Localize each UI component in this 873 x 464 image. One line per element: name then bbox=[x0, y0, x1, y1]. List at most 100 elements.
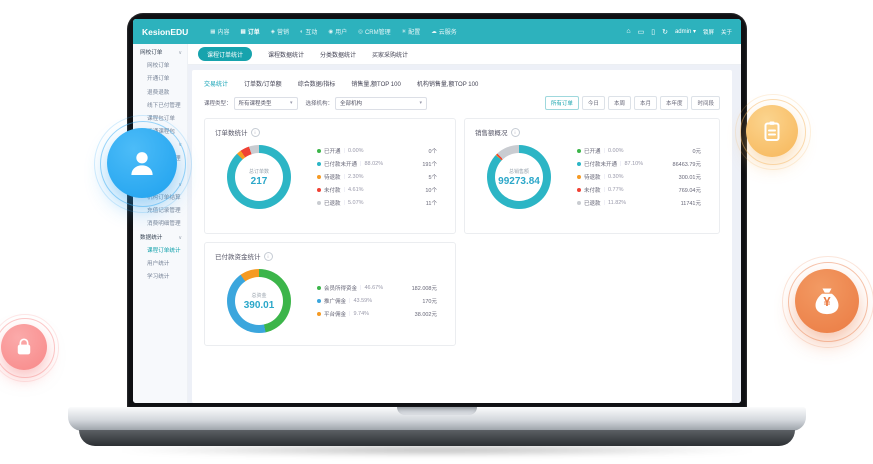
sub-tab[interactable]: 订单数/订单额 bbox=[244, 79, 282, 88]
username: admin bbox=[674, 29, 692, 35]
range-button[interactable]: 时间段 bbox=[691, 96, 720, 110]
donut-center-label: 总资金 bbox=[251, 292, 267, 299]
sub-tab[interactable]: 交易统计 bbox=[204, 79, 228, 88]
refresh-icon[interactable]: ↻ bbox=[662, 28, 668, 36]
card-title: 订单数统计 i bbox=[215, 127, 445, 137]
donut-center-value: 390.01 bbox=[243, 299, 275, 311]
nav-item[interactable]: ✳ 配置 bbox=[402, 27, 421, 37]
sales-amount-card: 销售额概况 i 总销售额 99273.84 已开通 | 0.00% 0元 已付款… bbox=[464, 118, 720, 234]
sidebar-item[interactable]: ∨ 用户统计 bbox=[133, 258, 187, 271]
caret-down-icon: ▾ bbox=[290, 100, 293, 106]
brand-logo[interactable]: KesionEDU bbox=[142, 27, 188, 37]
donut-center-label: 总订单数 bbox=[248, 168, 269, 175]
user-icon: ◉ bbox=[328, 28, 334, 35]
app-body: ∨ 网校订单 ∨ 网校订单 ∨ 开通订单 bbox=[133, 44, 741, 403]
legend-dot bbox=[317, 162, 321, 166]
nav-item-label: 云服务 bbox=[438, 30, 457, 36]
tab[interactable]: 买家采购统计 bbox=[372, 50, 408, 59]
sidebar-item-label: 课程订单统计 bbox=[147, 247, 181, 254]
page: KesionEDU ▦ 内容 ▤ 订单 ◈ 营销 ◐ 互动 ◉ 用户 ◎ CRM… bbox=[0, 0, 873, 464]
sidebar-item[interactable]: ∨ 网校订单 bbox=[133, 60, 187, 73]
nav-item-label: CRM管理 bbox=[364, 30, 391, 36]
laptop-front-edge bbox=[79, 430, 795, 446]
nav-item-label: 订单 bbox=[247, 30, 260, 36]
filter-select[interactable]: 所有课程类型 ▾ bbox=[233, 96, 298, 110]
filter-select[interactable]: 全部机构 ▾ bbox=[335, 96, 428, 110]
sidebar-item-label: 消费明细管理 bbox=[147, 221, 181, 228]
info-icon[interactable]: i bbox=[250, 127, 260, 137]
donut-center-label: 总销售额 bbox=[508, 168, 529, 175]
legend-row: 已付款未开通 | 87.10% 86463.79元 bbox=[577, 160, 701, 168]
sidebar-item[interactable]: ∨ 网校订单 bbox=[133, 47, 187, 60]
range-button[interactable]: 本年度 bbox=[659, 96, 689, 110]
range-button[interactable]: 本月 bbox=[633, 96, 657, 110]
nav-item[interactable]: ▦ 内容 bbox=[210, 27, 229, 37]
tab[interactable]: 课程数据统计 bbox=[268, 50, 304, 59]
donut-center-value: 99273.84 bbox=[498, 175, 540, 187]
cards-row-1: 订单数统计 i 总订单数 217 已开通 | 0.00% 0个 已付款未开通 |… bbox=[204, 118, 720, 234]
navbar-link[interactable]: 关于 bbox=[721, 28, 732, 36]
caret-down-icon: ▾ bbox=[692, 29, 696, 35]
laptop-screen: KesionEDU ▦ 内容 ▤ 订单 ◈ 营销 ◐ 互动 ◉ 用户 ◎ CRM… bbox=[133, 19, 741, 403]
user-icon bbox=[107, 128, 177, 198]
sidebar-item[interactable]: ∨ 退费退款 bbox=[133, 87, 187, 100]
sub-tab[interactable]: 综合数据/指标 bbox=[298, 79, 336, 88]
legend-dot bbox=[577, 162, 581, 166]
caret-down-icon: ▾ bbox=[419, 100, 423, 106]
chart-legend: 已开通 | 0.00% 0元 已付款未开通 | 87.10% 86463.79元… bbox=[577, 147, 701, 207]
range-button[interactable]: 本周 bbox=[607, 96, 631, 110]
nav-item[interactable]: ◈ 营销 bbox=[270, 27, 289, 37]
sidebar-item[interactable]: ∨ 课程订单统计 bbox=[133, 245, 187, 258]
funds-donut-chart: 总资金 390.01 bbox=[227, 269, 291, 333]
nav-item[interactable]: ▤ 订单 bbox=[241, 27, 260, 37]
user-menu[interactable]: admin ▾ bbox=[675, 28, 696, 35]
sidebar-item-label: 网校订单 bbox=[147, 63, 170, 70]
tab[interactable]: 分类数据统计 bbox=[320, 50, 356, 59]
sidebar-item[interactable]: ∨ 开通订单 bbox=[133, 73, 187, 86]
home-icon[interactable]: ⌂ bbox=[626, 28, 630, 35]
nav-item[interactable]: ◎ CRM管理 bbox=[358, 27, 391, 37]
legend-row: 已退款 | 11.82% 11741元 bbox=[577, 199, 701, 207]
sidebar-item[interactable]: ∨ 数据统计 bbox=[133, 232, 187, 245]
tag-icon: ◈ bbox=[270, 28, 275, 35]
range-button[interactable]: 所有订单 bbox=[544, 96, 579, 110]
navbar-link[interactable]: 锁屏 bbox=[703, 28, 714, 36]
legend-row: 推广佣金 | 43.59% 170元 bbox=[317, 297, 437, 305]
monitor-icon[interactable]: ▭ bbox=[638, 28, 645, 36]
chart-legend: 已开通 | 0.00% 0个 已付款未开通 | 88.02% 191个 待退款 … bbox=[317, 147, 437, 207]
sidebar: ∨ 网校订单 ∨ 网校订单 ∨ 开通订单 bbox=[133, 44, 188, 403]
mobile-icon[interactable]: ▯ bbox=[651, 28, 655, 36]
sidebar-item-label: 数据统计 bbox=[140, 234, 163, 241]
sub-tabs: 交易统计 订单数/订单额 综合数据/指标 销售量,额TOP 100 机构销售量,… bbox=[204, 77, 720, 88]
sidebar-item[interactable]: ∨ 线下已付管理 bbox=[133, 100, 187, 113]
sidebar-item-label: 学习统计 bbox=[147, 274, 170, 281]
sidebar-item-label: 开通订单 bbox=[147, 76, 170, 83]
legend-dot bbox=[577, 201, 581, 205]
sidebar-item-label: 用户统计 bbox=[147, 261, 170, 267]
legend-row: 已付款未开通 | 88.02% 191个 bbox=[317, 160, 437, 168]
sub-tab[interactable]: 销售量,额TOP 100 bbox=[351, 79, 400, 88]
cards-row-2: 已付款资金统计 i 总资金 390.01 会员所得资金 | 46.67% 182… bbox=[204, 242, 720, 346]
nav-item[interactable]: ☁ 云服务 bbox=[431, 27, 457, 37]
card-title: 销售额概况 i bbox=[475, 127, 709, 137]
nav-item-label: 互动 bbox=[305, 30, 318, 36]
info-icon[interactable]: i bbox=[263, 251, 273, 261]
tab[interactable]: 课程订单统计 bbox=[198, 47, 253, 61]
legend-dot bbox=[577, 188, 581, 192]
legend-row: 平台佣金 | 9.74% 38.002元 bbox=[317, 310, 437, 318]
sales-donut-chart: 总销售额 99273.84 bbox=[487, 145, 551, 209]
filter-label: 课程类型： bbox=[204, 101, 232, 107]
legend-row: 已退款 | 5.07% 11个 bbox=[317, 199, 437, 207]
sub-tab[interactable]: 机构销售量,额TOP 100 bbox=[417, 79, 478, 88]
legend-row: 待退款 | 2.30% 5个 bbox=[317, 173, 437, 181]
legend-row: 未付款 | 0.77% 769.04元 bbox=[577, 186, 701, 194]
nav-item[interactable]: ◐ 互动 bbox=[300, 27, 318, 37]
info-icon[interactable]: i bbox=[510, 127, 520, 137]
sidebar-item[interactable]: ∨ 学习统计 bbox=[133, 271, 187, 284]
sidebar-item[interactable]: ∨ 消费明细管理 bbox=[133, 218, 187, 231]
legend-row: 会员所得资金 | 46.67% 182.008元 bbox=[317, 284, 437, 292]
range-button[interactable]: 今日 bbox=[581, 96, 605, 110]
nav-item[interactable]: ◉ 用户 bbox=[328, 27, 347, 37]
sidebar-item-label: 线下已付管理 bbox=[147, 102, 181, 109]
filter-label: 选择机构： bbox=[305, 101, 334, 107]
